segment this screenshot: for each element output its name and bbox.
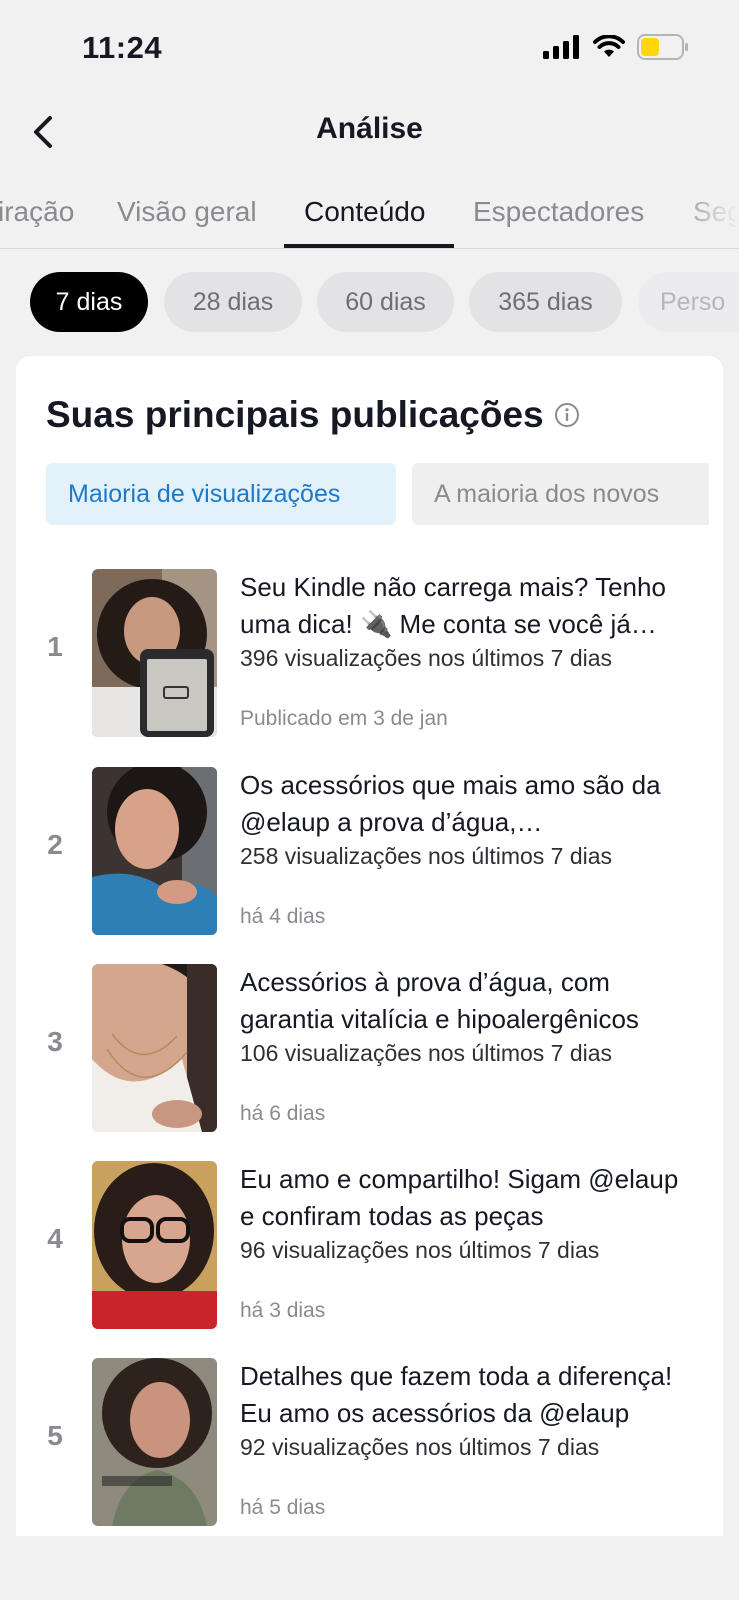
- period-28-dias[interactable]: 28 dias: [164, 272, 302, 332]
- thumbnail-image: [92, 1161, 217, 1329]
- page-title: Análise: [316, 112, 423, 145]
- section-title-text: Suas principais publicações: [46, 394, 544, 435]
- nav-header: Análise: [0, 100, 739, 164]
- thumbnail-image: [92, 767, 217, 935]
- tab-seguidores[interactable]: Seg: [693, 196, 739, 228]
- post-title: Os acessórios que mais amo são da @elaup…: [240, 770, 661, 837]
- tab-espectadores[interactable]: Espectadores: [473, 196, 644, 228]
- post-thumbnail[interactable]: [92, 569, 217, 737]
- post-row[interactable]: 1 Seu Kindle não carrega mais? Tenho uma…: [16, 569, 723, 737]
- post-views: 92 visualizações nos últimos 7 dias: [240, 1434, 600, 1460]
- status-bar: 11:24: [0, 0, 739, 100]
- thumbnail-image: [92, 1358, 217, 1526]
- post-row[interactable]: 2 Os acessórios que mais amo são da @ela…: [16, 767, 723, 935]
- post-views: 96 visualizações nos últimos 7 dias: [240, 1237, 600, 1263]
- info-icon[interactable]: [554, 402, 580, 428]
- post-thumbnail[interactable]: [92, 964, 217, 1132]
- battery-icon: [637, 34, 688, 60]
- thumbnail-image: [92, 569, 217, 737]
- section-title: Suas principais publicações: [46, 394, 580, 436]
- post-title: Seu Kindle não carrega mais? Tenho uma d…: [240, 572, 666, 639]
- post-row[interactable]: 4 Eu amo e compartilho! Sigam @elaup e c…: [16, 1161, 723, 1329]
- status-time: 11:24: [82, 30, 163, 65]
- tab-visao-geral[interactable]: Visão geral: [117, 196, 257, 228]
- post-views: 396 visualizações nos últimos 7 dias: [240, 645, 613, 671]
- signal-icon: [543, 35, 579, 59]
- post-thumbnail[interactable]: [92, 767, 217, 935]
- post-title: Acessórios à prova d’água, com garantia …: [240, 967, 639, 1034]
- post-rank: 4: [47, 1223, 63, 1254]
- post-row[interactable]: 3 Acessórios à prova d’água, com garanti…: [16, 964, 723, 1132]
- post-thumbnail[interactable]: [92, 1358, 217, 1526]
- sort-most-new-followers[interactable]: A maioria dos novos: [412, 463, 709, 525]
- thumbnail-image: [92, 964, 217, 1132]
- post-rank: 5: [47, 1420, 63, 1451]
- post-date: há 3 dias: [240, 1299, 326, 1322]
- period-7-dias[interactable]: 7 dias: [30, 272, 148, 332]
- period-365-dias[interactable]: 365 dias: [469, 272, 622, 332]
- period-selector: 7 dias 28 dias 60 dias 365 dias Perso: [0, 272, 739, 334]
- post-row[interactable]: 5 Detalhes que fazem toda a diferença! E…: [16, 1358, 723, 1526]
- post-rank: 2: [47, 829, 63, 860]
- period-60-dias[interactable]: 60 dias: [317, 272, 454, 332]
- tab-conteudo[interactable]: Conteúdo: [304, 196, 425, 228]
- period-personalizado[interactable]: Perso: [638, 272, 739, 332]
- sort-selector: Maioria de visualizações A maioria dos n…: [46, 463, 709, 525]
- tab-inspiracao[interactable]: iração: [0, 196, 74, 228]
- post-title: Detalhes que fazem toda a diferença! Eu …: [240, 1361, 673, 1428]
- post-views: 106 visualizações nos últimos 7 dias: [240, 1040, 613, 1066]
- post-rank: 3: [47, 1026, 63, 1057]
- sort-most-views[interactable]: Maioria de visualizações: [46, 463, 396, 525]
- active-tab-indicator: [284, 244, 454, 248]
- post-title: Eu amo e compartilho! Sigam @elaup e con…: [240, 1164, 679, 1231]
- post-date: Publicado em 3 de jan: [240, 707, 448, 730]
- tab-bar: iração Visão geral Conteúdo Espectadores…: [0, 186, 739, 249]
- post-date: há 5 dias: [240, 1496, 326, 1519]
- post-date: há 6 dias: [240, 1102, 326, 1125]
- post-thumbnail[interactable]: [92, 1161, 217, 1329]
- post-date: há 4 dias: [240, 905, 326, 928]
- post-rank: 1: [47, 631, 63, 662]
- post-views: 258 visualizações nos últimos 7 dias: [240, 843, 613, 869]
- wifi-icon: [593, 35, 625, 57]
- top-posts-card: Suas principais publicações Maioria de v…: [16, 356, 723, 1536]
